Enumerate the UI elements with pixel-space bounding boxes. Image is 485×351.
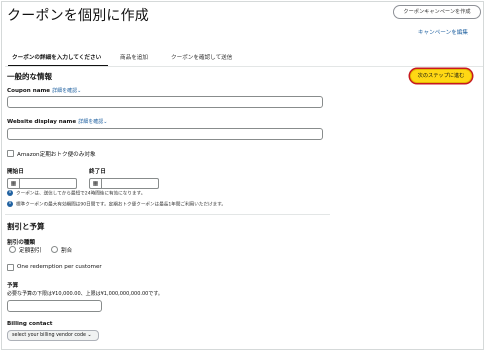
discount-fixed-radio[interactable] [9, 246, 16, 253]
tab-coupon-details[interactable]: クーポンの詳細を入力してください [12, 53, 101, 61]
start-date-input[interactable]: ▦ [7, 178, 77, 189]
calendar-icon[interactable]: ▦ [8, 179, 20, 188]
discount-type-label: 割引の種類 [7, 240, 35, 246]
website-name-label: Website display name 詳細を確認⌄ [7, 118, 107, 125]
create-campaign-button[interactable]: クーポンキャンペーンを作成 [393, 5, 481, 19]
next-step-button[interactable]: 次のステップに進む [410, 69, 472, 83]
coupon-name-more-link[interactable]: 詳細を確認⌄ [52, 88, 81, 94]
one-redemption-label: One redemption per customer [17, 264, 102, 270]
info-text-duration: 標準クーポンの最大有効期間は90日間です。定期おトク便クーポンは最長1年間ご利用… [16, 202, 226, 208]
end-date-input[interactable]: ▦ [89, 178, 159, 189]
coupon-name-label: Coupon name 詳細を確認⌄ [7, 87, 81, 94]
calendar-icon[interactable]: ▦ [90, 179, 102, 188]
billing-vendor-select-value: select your billing vendor code [12, 333, 86, 338]
billing-contact-label: Billing contact [7, 321, 53, 327]
coupon-duration-info: i 標準クーポンの最大有効期間は90日間です。定期おトク便クーポンは最長1年間ご利… [7, 201, 226, 208]
coupon-name-more-text: 詳細を確認 [52, 88, 78, 94]
coupon-activation-info: i クーポンは、送信してから最短で24時間後に有効になります。 [7, 190, 145, 197]
discount-budget-heading: 割引と予算 [7, 222, 45, 231]
discount-percent-label: 割合 [61, 248, 73, 254]
budget-hint: 必要な予算の下限は¥10,000.00、上限は¥1,000,000,000.00… [7, 291, 163, 297]
budget-input[interactable] [7, 300, 102, 312]
discount-percent-radio[interactable] [51, 246, 58, 253]
chevron-down-icon: ⌄ [77, 88, 82, 94]
tab-review-submit[interactable]: クーポンを確認して送信 [171, 53, 232, 61]
website-name-input[interactable] [7, 128, 323, 140]
section-divider [5, 214, 330, 215]
tab-add-products[interactable]: 商品を追加 [120, 53, 148, 61]
one-redemption-checkbox[interactable] [7, 264, 14, 271]
coupon-name-label-text: Coupon name [7, 88, 51, 94]
info-icon: i [7, 201, 13, 207]
chevron-down-icon: ⌄ [103, 119, 108, 125]
tabs-divider [5, 66, 483, 67]
coupon-name-input[interactable] [7, 96, 323, 108]
subscribe-only-label: Amazon定期おトク便のみ対象 [17, 152, 96, 158]
start-date-label: 開始日 [7, 169, 24, 175]
billing-vendor-select[interactable]: select your billing vendor code ⌄ [7, 330, 99, 341]
end-date-label: 終了日 [89, 169, 106, 175]
info-text-activation: クーポンは、送信してから最短で24時間後に有効になります。 [16, 191, 146, 197]
edit-campaign-link[interactable]: キャンペーンを編集 [418, 28, 468, 36]
subscribe-only-checkbox[interactable] [7, 150, 14, 157]
website-name-label-text: Website display name [7, 119, 77, 125]
general-info-heading: 一般的な情報 [7, 72, 52, 81]
website-name-more-link[interactable]: 詳細を確認⌄ [78, 119, 107, 125]
chevron-down-icon: ⌄ [87, 333, 92, 338]
page-title: クーポンを個別に作成 [7, 8, 149, 24]
budget-label: 予算 [7, 283, 19, 289]
website-name-more-text: 詳細を確認 [78, 119, 104, 125]
discount-fixed-label: 定額割引 [19, 248, 42, 254]
info-icon: i [7, 190, 13, 196]
